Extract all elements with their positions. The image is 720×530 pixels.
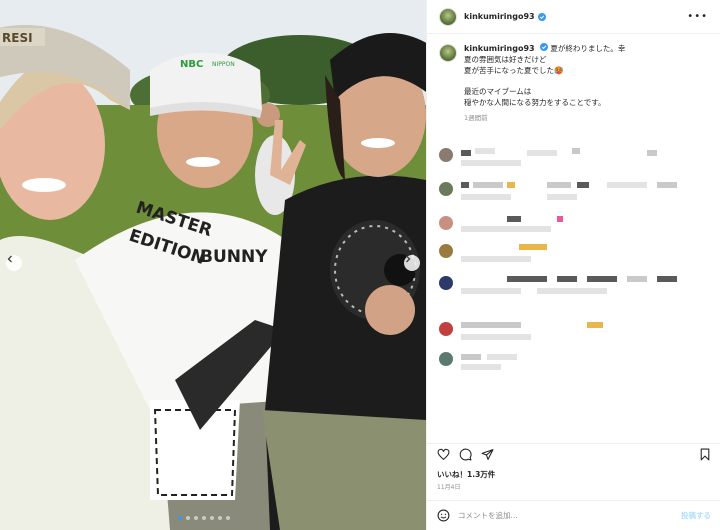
action-bar: [427, 443, 720, 465]
post-header: kinkumiringo93 •••: [427, 0, 720, 34]
caption-username[interactable]: kinkumiringo93: [464, 44, 535, 53]
carousel-dot: [194, 516, 198, 520]
caption-line-1: 夏が終わりました。幸: [550, 44, 626, 53]
left-cap-text: RESI: [2, 31, 33, 45]
bookmark-icon[interactable]: [699, 448, 711, 461]
caption-body: kinkumiringo93 夏が終わりました。幸 夏の雰囲気は好きだけど 夏が…: [464, 43, 625, 124]
next-photo-button[interactable]: [404, 255, 420, 271]
caption-line-4: 最近のマイブームは: [464, 87, 532, 96]
post-caption: kinkumiringo93 夏が終わりました。幸 夏の雰囲気は好きだけど 夏が…: [427, 34, 720, 124]
carousel-dot: [210, 516, 214, 520]
carousel-dot: [186, 516, 190, 520]
caption-line-5: 穏やかな人間になる努力をすることです。: [464, 98, 606, 107]
carousel-dot: [218, 516, 222, 520]
chevron-right-icon: [406, 255, 411, 263]
share-icon[interactable]: [481, 448, 494, 461]
prev-photo-button[interactable]: [6, 255, 22, 271]
comment-composer: 投稿する: [427, 500, 720, 530]
caption-line-3: 夏が苦手になった夏でした🥵: [464, 66, 564, 75]
post-comment-button[interactable]: 投稿する: [681, 510, 711, 521]
photo-illustration: RESI NBC NIPPON MASTER BUNNY EDITION: [0, 0, 426, 530]
comment-icon[interactable]: [459, 448, 472, 461]
more-options-icon[interactable]: •••: [687, 11, 708, 22]
verified-badge-icon: [537, 12, 546, 21]
like-count[interactable]: いいね！1.3万件: [437, 469, 495, 480]
heart-icon[interactable]: [437, 448, 450, 461]
caption-avatar[interactable]: [439, 44, 457, 62]
chevron-left-icon: [7, 255, 12, 263]
comment-input[interactable]: [458, 511, 681, 520]
caption-time: 1週間前: [464, 114, 488, 122]
post-photo[interactable]: RESI NBC NIPPON MASTER BUNNY EDITION: [0, 0, 426, 530]
post-date[interactable]: 11月4日: [437, 482, 460, 491]
header-username[interactable]: kinkumiringo93: [464, 12, 535, 21]
carousel-dots: [178, 516, 230, 520]
carousel-dot: [226, 516, 230, 520]
avatar[interactable]: [439, 7, 457, 26]
cap-logo-text: NBC: [180, 59, 203, 70]
emoji-icon[interactable]: [437, 509, 450, 522]
verified-badge-icon: [539, 43, 548, 51]
carousel-dot: [178, 516, 182, 520]
caption-line-2: 夏の雰囲気は好きだけど: [464, 55, 547, 64]
cap-sub-text: NIPPON: [212, 61, 235, 68]
shirt-text-2: BUNNY: [200, 247, 268, 267]
post-sidebar: kinkumiringo93 ••• kinkumiringo93 夏が終わりま…: [426, 0, 720, 530]
carousel-dot: [202, 516, 206, 520]
